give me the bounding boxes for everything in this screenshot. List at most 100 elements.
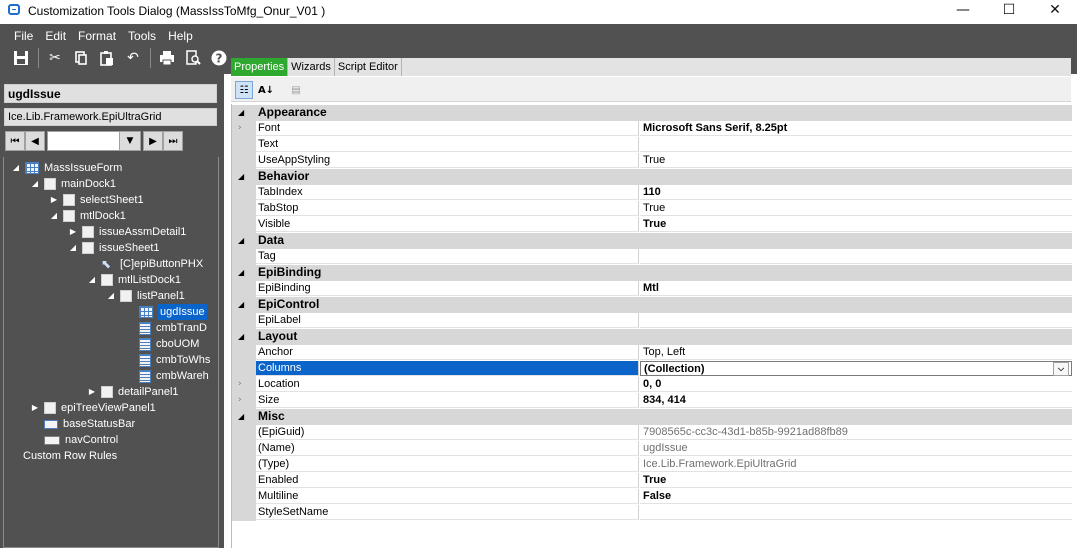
property-row[interactable]: Enabled True (232, 473, 1072, 489)
property-name[interactable]: Columns (256, 361, 639, 376)
property-category[interactable]: ◢ Layout (232, 329, 1072, 345)
chevron-down-icon[interactable]: ⌵ (1053, 362, 1069, 376)
property-name[interactable]: Font (256, 121, 639, 136)
property-category[interactable]: ◢ Behavior (232, 169, 1072, 185)
property-row[interactable]: EpiBinding Mtl (232, 281, 1072, 297)
property-row[interactable]: EpiLabel (232, 313, 1072, 329)
collapse-arrow-icon[interactable]: ◢ (105, 288, 117, 304)
expand-arrow-icon[interactable]: ▶ (48, 192, 60, 208)
close-button[interactable]: ✕ (1032, 0, 1077, 22)
property-row[interactable]: Text (232, 137, 1072, 153)
property-name[interactable]: EpiBinding (256, 281, 639, 296)
property-row[interactable]: Tag (232, 249, 1072, 265)
menu-format[interactable]: Format (72, 28, 122, 44)
expand-arrow-icon[interactable]: ▶ (86, 384, 98, 400)
tab-wizards[interactable]: Wizards (288, 58, 335, 76)
property-name[interactable]: Tag (256, 249, 639, 264)
tree-node[interactable]: ◢ mainDock1 (29, 176, 116, 192)
property-row[interactable]: TabStop True (232, 201, 1072, 217)
categorized-view-icon[interactable]: ☷ (235, 81, 253, 99)
property-row[interactable]: › Font Microsoft Sans Serif, 8.25pt (232, 121, 1072, 137)
expand-arrow-icon[interactable]: › (238, 393, 242, 408)
tree-node[interactable]: ◢ mtlListDock1 (86, 272, 181, 288)
collapse-arrow-icon[interactable]: ◢ (238, 409, 250, 424)
tree-node[interactable]: ugdIssue (124, 304, 207, 320)
tree-node[interactable]: Custom Row Rules (23, 448, 117, 464)
tree-node[interactable]: ▶ detailPanel1 (86, 384, 179, 400)
property-row[interactable]: UseAppStyling True (232, 153, 1072, 169)
maximize-button[interactable]: ☐ (986, 0, 1032, 22)
last-record-button[interactable]: ⏭ (163, 131, 183, 151)
menu-help[interactable]: Help (162, 28, 199, 44)
property-name[interactable]: (Type) (256, 457, 639, 472)
property-name[interactable]: Enabled (256, 473, 639, 488)
property-name[interactable]: StyleSetName (256, 505, 639, 520)
next-record-button[interactable]: ▶ (143, 131, 163, 151)
expand-arrow-icon[interactable]: ▶ (29, 400, 41, 416)
property-name[interactable]: Size (256, 393, 639, 408)
property-name[interactable]: Anchor (256, 345, 639, 360)
first-record-button[interactable]: ⏮ (5, 131, 25, 151)
collapse-arrow-icon[interactable]: ◢ (238, 105, 250, 120)
property-row[interactable]: (Type) Ice.Lib.Framework.EpiUltraGrid (232, 457, 1072, 473)
property-name[interactable]: UseAppStyling (256, 153, 639, 168)
tab-properties[interactable]: Properties (231, 58, 289, 76)
print-icon[interactable] (156, 48, 178, 68)
property-value[interactable]: 0, 0 (640, 377, 1072, 392)
property-row[interactable]: Visible True (232, 217, 1072, 233)
property-value[interactable]: False (640, 489, 1072, 504)
tree-node[interactable]: ⬉ [C]epiButtonPHX (86, 256, 203, 272)
property-row[interactable]: Multiline False (232, 489, 1072, 505)
property-name[interactable]: TabStop (256, 201, 639, 216)
expand-arrow-icon[interactable]: › (238, 121, 242, 136)
collapse-arrow-icon[interactable]: ◢ (238, 265, 250, 280)
property-value[interactable] (640, 137, 1072, 152)
property-value[interactable]: True (640, 217, 1072, 232)
property-value[interactable]: (Collection) ⌵ (640, 361, 1072, 376)
paste-icon[interactable] (96, 48, 118, 68)
print-preview-icon[interactable] (182, 48, 204, 68)
property-row[interactable]: › Size 834, 414 (232, 393, 1072, 409)
property-value[interactable] (640, 313, 1072, 328)
property-value[interactable]: 110 (640, 185, 1072, 200)
chevron-down-icon[interactable]: ▼ (119, 132, 140, 150)
tree-node[interactable]: cboUOM (124, 336, 199, 352)
collapse-arrow-icon[interactable]: ◢ (238, 297, 250, 312)
property-value[interactable]: True (640, 153, 1072, 168)
tree-node[interactable]: ▶ selectSheet1 (48, 192, 144, 208)
property-name[interactable]: EpiLabel (256, 313, 639, 328)
property-name[interactable]: Text (256, 137, 639, 152)
property-category[interactable]: ◢ Data (232, 233, 1072, 249)
property-value[interactable]: Microsoft Sans Serif, 8.25pt (640, 121, 1072, 136)
previous-record-button[interactable]: ◀ (25, 131, 45, 151)
copy-icon[interactable] (70, 48, 92, 68)
tree-node[interactable]: baseStatusBar (29, 416, 135, 432)
property-name[interactable]: Visible (256, 217, 639, 232)
collapse-arrow-icon[interactable]: ◢ (238, 169, 250, 184)
property-value[interactable]: 834, 414 (640, 393, 1072, 408)
menu-edit[interactable]: Edit (39, 28, 72, 44)
property-row[interactable]: Anchor Top, Left (232, 345, 1072, 361)
tree-node[interactable]: cmbWareh (124, 368, 209, 384)
expand-arrow-icon[interactable]: › (238, 377, 242, 392)
help-icon[interactable]: ? (208, 48, 230, 68)
property-row[interactable]: (Name) ugdIssue (232, 441, 1072, 457)
property-category[interactable]: ◢ EpiControl (232, 297, 1072, 313)
property-name[interactable]: (Name) (256, 441, 639, 456)
tree-node[interactable]: ◢ mtlDock1 (48, 208, 126, 224)
property-value[interactable] (640, 249, 1072, 264)
property-category[interactable]: ◢ Appearance (232, 105, 1072, 121)
property-row[interactable]: TabIndex 110 (232, 185, 1072, 201)
collapse-arrow-icon[interactable]: ◢ (10, 160, 22, 176)
minimize-button[interactable]: — (940, 0, 986, 22)
property-name[interactable]: TabIndex (256, 185, 639, 200)
tree-node[interactable]: ◢ listPanel1 (105, 288, 185, 304)
property-value[interactable]: Mtl (640, 281, 1072, 296)
control-selector-combo[interactable]: ▼ (47, 131, 141, 151)
tree-node[interactable]: cmbTranD (124, 320, 207, 336)
collapse-arrow-icon[interactable]: ◢ (86, 272, 98, 288)
tab-script-editor[interactable]: Script Editor (334, 58, 402, 76)
property-name[interactable]: Location (256, 377, 639, 392)
property-row[interactable]: › Location 0, 0 (232, 377, 1072, 393)
collapse-arrow-icon[interactable]: ◢ (29, 176, 41, 192)
